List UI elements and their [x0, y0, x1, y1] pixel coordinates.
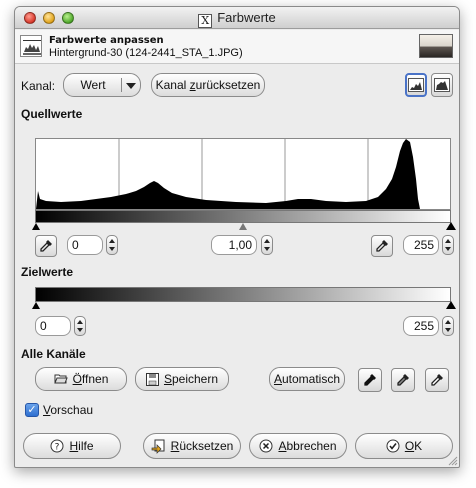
input-high-handle[interactable]	[446, 222, 456, 230]
save-button[interactable]: Speichern	[135, 367, 229, 391]
help-icon: ?	[50, 439, 64, 453]
log-histogram-icon	[434, 78, 450, 92]
input-low-handle[interactable]	[32, 223, 40, 230]
reset-label: Rücksetzen	[170, 439, 234, 453]
reset-button[interactable]: Rücksetzen	[143, 433, 241, 459]
auto-button[interactable]: Automatisch	[269, 367, 345, 391]
channel-select[interactable]: Wert	[63, 73, 141, 97]
input-high-stepper[interactable]	[442, 235, 454, 255]
open-label: Öffnen	[72, 372, 109, 386]
window-title-wrap: X Farbwerte	[15, 10, 459, 28]
auto-white-picker-button[interactable]	[425, 368, 449, 392]
pick-white-point-button[interactable]	[371, 235, 393, 257]
ok-label: OK	[404, 439, 423, 453]
reset-icon	[151, 439, 165, 454]
output-levels-heading: Zielwerte	[21, 265, 74, 279]
output-low-handle[interactable]	[32, 302, 40, 309]
dialog-heading: Farbwerte anpassen	[49, 35, 164, 46]
preview-checkbox[interactable]: ✓	[25, 403, 39, 417]
input-levels-heading: Quellwerte	[21, 107, 83, 121]
input-gamma-stepper[interactable]	[261, 235, 273, 255]
reset-channel-button[interactable]: Kanal zurücksetzen	[151, 73, 265, 97]
eyedropper-icon	[376, 240, 388, 252]
open-button[interactable]: Öffnen	[35, 367, 127, 391]
output-high-field[interactable]: 255	[403, 316, 439, 336]
output-low-stepper[interactable]	[74, 316, 86, 336]
eyedropper-icon	[397, 374, 409, 386]
output-low-field[interactable]: 0	[35, 316, 71, 336]
histogram[interactable]	[35, 138, 451, 210]
help-label: Hilfe	[69, 439, 94, 453]
eyedropper-icon	[364, 374, 376, 386]
image-thumbnail	[419, 34, 453, 58]
auto-label: Automatisch	[273, 372, 341, 386]
output-gradient-bar	[35, 287, 451, 302]
input-gradient-bar	[35, 210, 451, 223]
log-histogram-button[interactable]	[431, 73, 453, 97]
save-icon	[145, 372, 159, 386]
image-name: Hintergrund-30 (124-2441_STA_1.JPG)	[49, 47, 243, 59]
preview-label[interactable]: Vorschau	[43, 403, 93, 417]
dialog-header: Farbwerte anpassen Hintergrund-30 (124-2…	[15, 30, 459, 64]
auto-black-picker-button[interactable]	[358, 368, 382, 392]
eyedropper-icon	[40, 240, 52, 252]
eyedropper-icon	[431, 374, 443, 386]
x11-icon: X	[198, 14, 213, 28]
combo-separator	[121, 78, 122, 92]
input-high-field[interactable]: 255	[403, 235, 439, 255]
levels-icon	[20, 35, 42, 57]
output-high-handle[interactable]	[446, 301, 456, 309]
input-gamma-handle[interactable]	[239, 223, 247, 230]
linear-histogram-icon	[408, 78, 424, 92]
pick-black-point-button[interactable]	[35, 235, 57, 257]
chevron-down-icon	[126, 83, 136, 89]
window-title: Farbwerte	[217, 10, 276, 25]
channel-select-value: Wert	[80, 78, 106, 92]
all-channels-heading: Alle Kanäle	[21, 347, 86, 361]
reset-channel-label: Kanal zurücksetzen	[155, 78, 261, 92]
auto-gray-picker-button[interactable]	[391, 368, 415, 392]
input-gamma-field[interactable]: 1,00	[211, 235, 257, 255]
resize-grip-icon[interactable]	[446, 454, 458, 466]
input-low-field[interactable]: 0	[67, 235, 103, 255]
cancel-label: Abbrechen	[278, 439, 337, 453]
help-button[interactable]: ? Hilfe	[23, 433, 121, 459]
title-bar[interactable]: X Farbwerte	[15, 7, 459, 29]
save-label: Speichern	[163, 372, 219, 386]
histogram-graph	[36, 139, 420, 209]
cancel-button[interactable]: Abbrechen	[249, 433, 347, 459]
input-low-stepper[interactable]	[106, 235, 118, 255]
channel-label: Kanal:	[21, 79, 56, 93]
ok-button[interactable]: OK	[355, 433, 453, 459]
cancel-icon	[259, 439, 273, 453]
linear-histogram-button[interactable]	[405, 73, 427, 97]
levels-dialog: X Farbwerte Farbwerte anpassen Hintergrun…	[14, 6, 460, 468]
folder-open-icon	[53, 374, 68, 384]
check-icon	[386, 439, 400, 453]
svg-text:?: ?	[55, 443, 60, 453]
output-high-stepper[interactable]	[442, 316, 454, 336]
